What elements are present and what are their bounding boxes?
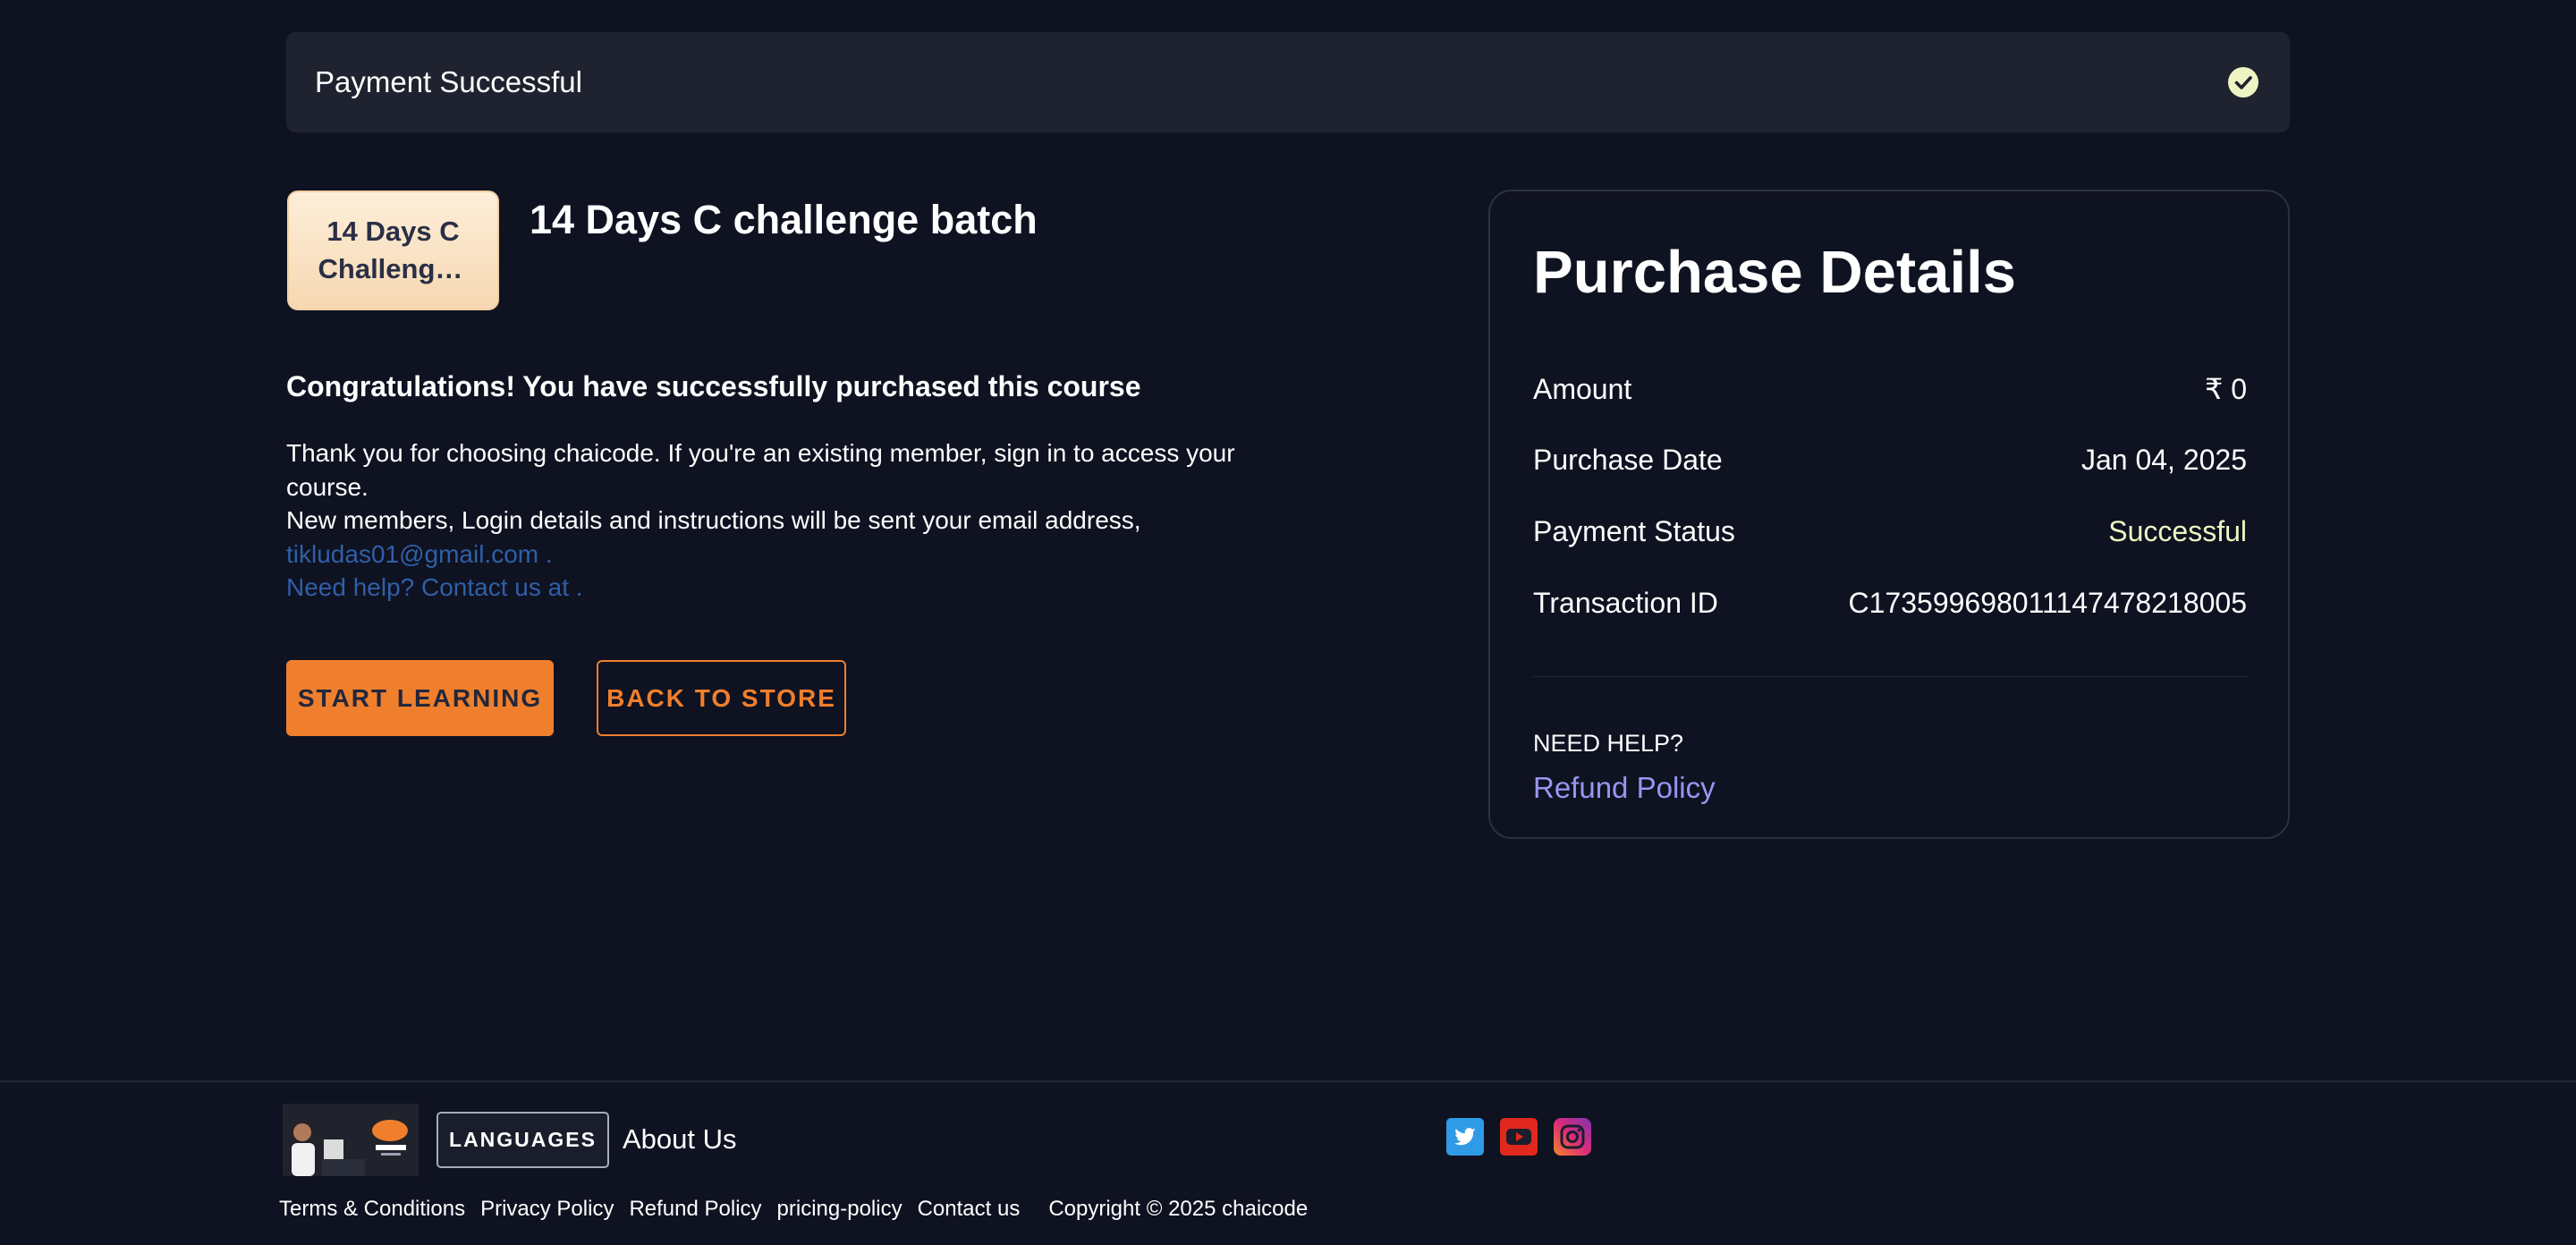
back-to-store-button[interactable]: BACK TO STORE	[597, 660, 846, 736]
footer-link-terms[interactable]: Terms & Conditions	[279, 1197, 465, 1222]
purchase-message: Thank you for choosing chaicode. If you'…	[286, 436, 1288, 605]
transaction-id-value: C1735996980111474782180​05	[1848, 587, 2247, 619]
course-thumbnail: 14 Days C Challenge...	[287, 191, 499, 310]
course-title: 14 Days C challenge batch	[530, 197, 1038, 242]
purchase-date-value: Jan 04, 2025	[2080, 444, 2247, 476]
footer-links: Terms & Conditions Privacy Policy Refund…	[279, 1197, 1308, 1222]
payment-status-banner: Payment Successful	[286, 32, 2290, 132]
message-line-3: New members, Login details and instructi…	[286, 506, 1141, 534]
footer-divider	[0, 1080, 2576, 1082]
amount-value: ₹ 0	[2204, 373, 2247, 405]
about-us-link[interactable]: About Us	[623, 1123, 737, 1156]
check-circle-icon	[2228, 67, 2258, 97]
refund-policy-link[interactable]: Refund Policy	[1533, 771, 1716, 805]
contact-help-link[interactable]: Need help? Contact us at .	[286, 571, 1288, 605]
transaction-id-label: Transaction ID	[1533, 587, 1718, 619]
transaction-id-row: Transaction ID C1735996980111474782180​0…	[1533, 587, 2247, 620]
start-learning-button[interactable]: START LEARNING	[286, 660, 554, 736]
chaicode-logo[interactable]	[283, 1104, 419, 1176]
payment-status-value: Successful	[2108, 515, 2247, 547]
purchase-date-label: Purchase Date	[1533, 444, 1723, 476]
message-line-2: course.	[286, 472, 369, 501]
youtube-icon[interactable]	[1500, 1118, 1538, 1156]
payment-status-row: Payment Status Successful	[1533, 515, 2247, 548]
message-line-1: Thank you for choosing chaicode. If you'…	[286, 439, 1235, 467]
copyright-text: Copyright © 2025 chaicode	[1048, 1197, 1309, 1221]
languages-button[interactable]: LANGUAGES	[436, 1112, 609, 1168]
congrats-heading: Congratulations! You have successfully p…	[286, 370, 1141, 402]
email-link[interactable]: tikludas01@gmail.com .	[286, 538, 1288, 572]
amount-row: Amount ₹ 0	[1533, 372, 2247, 406]
twitter-icon[interactable]	[1446, 1118, 1484, 1156]
footer-link-pricing[interactable]: pricing-policy	[777, 1197, 902, 1222]
card-divider	[1533, 676, 2247, 677]
payment-status-label: Payment Status	[1533, 515, 1735, 547]
payment-success-page: Payment Successful 14 Days C Challenge..…	[0, 0, 2576, 1245]
purchase-date-row: Purchase Date Jan 04, 2025	[1533, 444, 2247, 477]
footer-link-privacy[interactable]: Privacy Policy	[480, 1197, 614, 1222]
course-thumbnail-line1: 14 Days C	[326, 216, 460, 247]
purchase-details-title: Purchase Details	[1533, 239, 2016, 306]
course-thumbnail-line2: Challenge...	[318, 253, 469, 284]
banner-title: Payment Successful	[315, 65, 582, 98]
amount-label: Amount	[1533, 372, 1632, 405]
need-help-label: NEED HELP?	[1533, 730, 1684, 757]
instagram-icon[interactable]	[1554, 1118, 1591, 1156]
footer-link-contact[interactable]: Contact us	[918, 1197, 1021, 1222]
footer-link-refund[interactable]: Refund Policy	[629, 1197, 761, 1222]
purchase-details-card: Purchase Details Amount ₹ 0 Purchase Dat…	[1488, 190, 2290, 839]
